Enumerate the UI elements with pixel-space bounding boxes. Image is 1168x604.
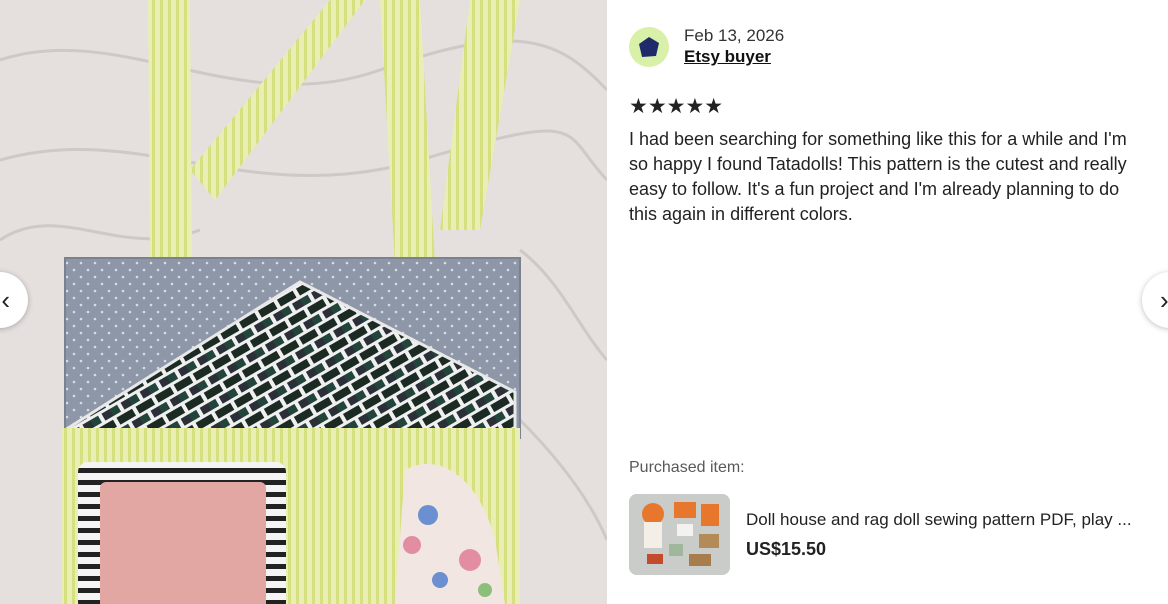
star-icon: ★★★★★ xyxy=(629,95,724,118)
review-header: Feb 13, 2026 Etsy buyer xyxy=(629,26,784,68)
avatar xyxy=(629,27,669,67)
reviewer-link[interactable]: Etsy buyer xyxy=(684,46,784,68)
pentagon-icon xyxy=(639,37,659,57)
review-text: I had been searching for something like … xyxy=(629,129,1127,224)
review-date: Feb 13, 2026 xyxy=(684,26,785,45)
star-rating: ★★★★★ xyxy=(629,96,723,118)
item-title: Doll house and rag doll sewing pattern P… xyxy=(746,510,1132,529)
purchased-item-link[interactable]: Doll house and rag doll sewing pattern P… xyxy=(629,494,1146,575)
next-button[interactable]: › xyxy=(1142,272,1168,328)
item-thumbnail xyxy=(629,494,730,575)
chevron-left-icon: ‹ xyxy=(1,284,10,315)
item-price: US$15.50 xyxy=(746,539,827,559)
chevron-right-icon: › xyxy=(1160,284,1168,315)
review-photo-image xyxy=(0,0,607,604)
purchased-item-label: Purchased item: xyxy=(629,459,745,476)
review-photo[interactable] xyxy=(0,0,607,604)
